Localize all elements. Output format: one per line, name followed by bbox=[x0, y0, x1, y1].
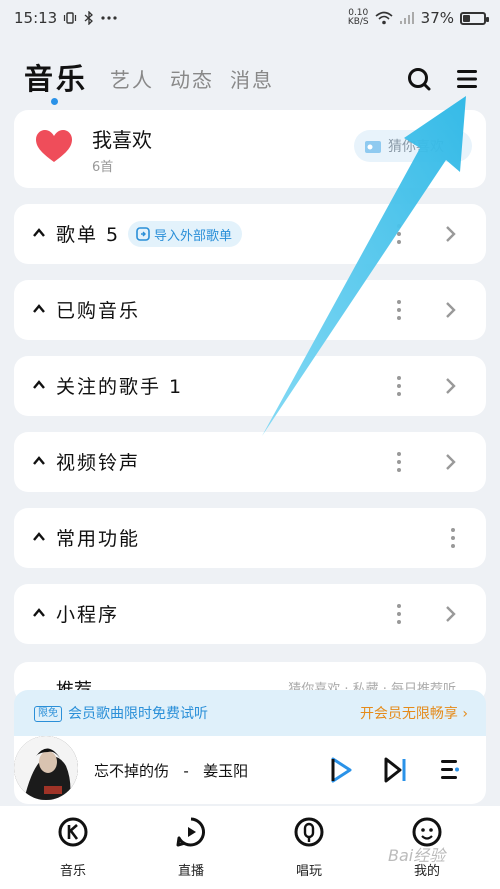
tab-messages[interactable]: 消息 bbox=[230, 64, 274, 93]
nav-music[interactable]: 音乐 bbox=[33, 816, 113, 879]
section-common-functions[interactable]: 常用功能 bbox=[14, 508, 486, 568]
album-cover[interactable] bbox=[14, 736, 78, 800]
active-tab-indicator bbox=[51, 98, 58, 105]
heart-icon bbox=[36, 130, 72, 162]
vibrate-icon bbox=[64, 12, 77, 24]
wifi-icon bbox=[375, 11, 393, 25]
signal-icon bbox=[399, 12, 414, 24]
song-artist: 姜玉阳 bbox=[203, 762, 249, 780]
section-followed-artists[interactable]: 关注的歌手 1 bbox=[14, 356, 486, 416]
section-purchased[interactable]: 已购音乐 bbox=[14, 280, 486, 340]
status-right: 0.10 KB/S 37% bbox=[347, 8, 489, 27]
section-playlists[interactable]: 歌单 5 导入外部歌单 bbox=[14, 204, 486, 264]
album-art bbox=[14, 736, 78, 800]
now-playing: 忘不掉的伤 - 姜玉阳 bbox=[94, 760, 248, 781]
chevron-right-icon[interactable] bbox=[444, 604, 458, 624]
music-k-icon bbox=[58, 817, 88, 847]
import-playlist-label: 导入外部歌单 bbox=[154, 228, 233, 244]
nav-sing[interactable]: 唱玩 bbox=[269, 816, 349, 879]
search-button[interactable] bbox=[404, 64, 434, 94]
tab-artists[interactable]: 艺人 bbox=[110, 64, 154, 93]
guess-you-like-label: 猜你喜欢 bbox=[388, 139, 444, 155]
favorites-title: 我喜欢 bbox=[92, 128, 152, 152]
section-title: 小程序 bbox=[56, 604, 120, 626]
play-icon[interactable] bbox=[328, 756, 354, 784]
section-title: 常用功能 bbox=[56, 528, 141, 550]
caret-up-icon bbox=[33, 380, 45, 389]
more-icon[interactable] bbox=[396, 450, 402, 474]
song-separator: - bbox=[183, 762, 189, 780]
more-icon[interactable] bbox=[396, 602, 402, 626]
chevron-right-icon[interactable] bbox=[444, 300, 458, 320]
watermark: Bai经验 bbox=[388, 846, 446, 865]
tab-music[interactable]: 音乐 bbox=[24, 56, 88, 98]
import-icon bbox=[136, 227, 150, 241]
battery-icon bbox=[460, 11, 489, 25]
chevron-right-icon[interactable] bbox=[444, 376, 458, 396]
free-tag: 限免 bbox=[34, 706, 62, 722]
caret-up-icon bbox=[33, 608, 45, 617]
next-track-icon[interactable] bbox=[382, 756, 408, 784]
nav-label: 直播 bbox=[177, 864, 204, 879]
section-title: 视频铃声 bbox=[56, 452, 141, 474]
status-bar: 15:13 0.10 KB/S 37% bbox=[0, 0, 500, 36]
more-icon[interactable] bbox=[450, 526, 456, 550]
vip-cta-link[interactable]: 开会员无限畅享 › bbox=[360, 703, 468, 723]
section-mini-programs[interactable]: 小程序 bbox=[14, 584, 486, 644]
mini-player[interactable]: 忘不掉的伤 - 姜玉阳 bbox=[14, 736, 486, 804]
nav-label: 音乐 bbox=[59, 864, 86, 879]
more-icon[interactable] bbox=[396, 374, 402, 398]
section-title: 关注的歌手 1 bbox=[56, 376, 184, 398]
tab-feed[interactable]: 动态 bbox=[170, 64, 214, 93]
chevron-right-icon[interactable] bbox=[444, 452, 458, 472]
chevron-right-icon[interactable] bbox=[444, 224, 458, 244]
caret-up-icon bbox=[33, 228, 45, 237]
import-playlist-button[interactable]: 导入外部歌单 bbox=[128, 221, 243, 247]
nav-label: 唱玩 bbox=[295, 864, 322, 879]
favorites-card[interactable]: 我喜欢 6首 猜你喜欢 bbox=[14, 110, 486, 188]
caret-up-icon bbox=[33, 304, 45, 313]
section-video-ringtones[interactable]: 视频铃声 bbox=[14, 432, 486, 492]
more-icon[interactable] bbox=[396, 298, 402, 322]
network-speed: 0.10 KB/S bbox=[347, 8, 369, 27]
more-notifications-icon bbox=[101, 16, 117, 20]
song-title: 忘不掉的伤 bbox=[94, 762, 170, 780]
nav-live[interactable]: 直播 bbox=[151, 816, 231, 879]
guess-you-like-button[interactable]: 猜你喜欢 bbox=[354, 130, 472, 162]
status-left: 15:13 bbox=[14, 9, 117, 27]
section-title: 已购音乐 bbox=[56, 300, 141, 322]
menu-icon bbox=[457, 70, 477, 88]
menu-button[interactable] bbox=[452, 64, 482, 94]
status-time: 15:13 bbox=[14, 9, 58, 27]
bluetooth-icon bbox=[84, 11, 94, 25]
caret-up-icon bbox=[33, 532, 45, 541]
more-icon[interactable] bbox=[396, 222, 402, 246]
search-icon bbox=[408, 68, 431, 91]
vip-banner[interactable]: 限免 会员歌曲限时免费试听 开会员无限畅享 › bbox=[14, 690, 486, 738]
playlist-icon[interactable] bbox=[436, 756, 462, 784]
top-nav: 音乐 艺人 动态 消息 bbox=[0, 52, 500, 112]
battery-percent: 37% bbox=[420, 9, 454, 27]
caret-up-icon bbox=[33, 456, 45, 465]
radio-icon bbox=[365, 141, 381, 153]
favorites-count: 6首 bbox=[92, 160, 114, 175]
battery-level bbox=[463, 14, 470, 22]
vip-text: 会员歌曲限时免费试听 bbox=[68, 706, 208, 722]
section-title: 歌单 5 bbox=[56, 224, 121, 246]
live-play-icon bbox=[176, 817, 206, 847]
microphone-icon bbox=[294, 817, 324, 847]
